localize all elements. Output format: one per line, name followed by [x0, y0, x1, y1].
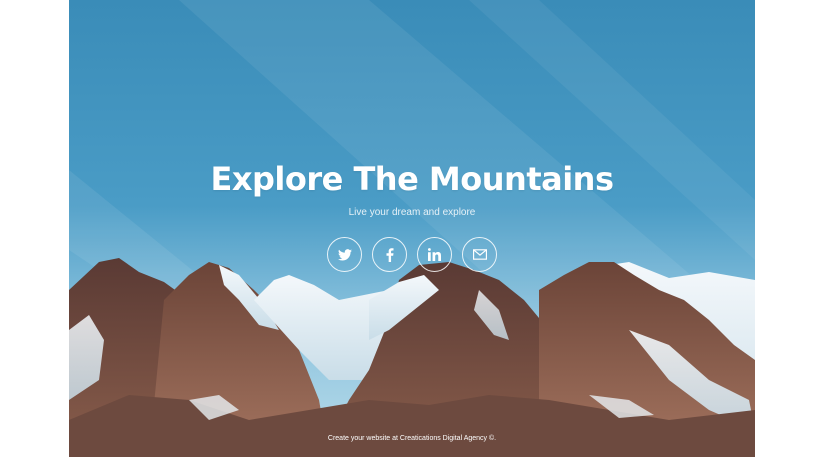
hero-title: Explore The Mountains — [210, 160, 614, 198]
envelope-icon — [472, 249, 487, 260]
facebook-button[interactable] — [372, 237, 407, 272]
linkedin-icon — [428, 248, 441, 261]
hero-subtitle: Live your dream and explore — [348, 207, 476, 218]
hero-section: Explore The Mountains Live your dream an… — [69, 0, 755, 457]
twitter-icon — [337, 248, 352, 261]
facebook-icon — [386, 247, 393, 262]
page: Explore The Mountains Live your dream an… — [0, 0, 824, 457]
hero-content: Explore The Mountains Live your dream an… — [69, 0, 755, 457]
footer-credit: Create your website at Creatications Dig… — [327, 435, 497, 442]
twitter-button[interactable] — [327, 237, 362, 272]
linkedin-button[interactable] — [417, 237, 452, 272]
email-button[interactable] — [462, 237, 497, 272]
social-links — [69, 237, 755, 272]
